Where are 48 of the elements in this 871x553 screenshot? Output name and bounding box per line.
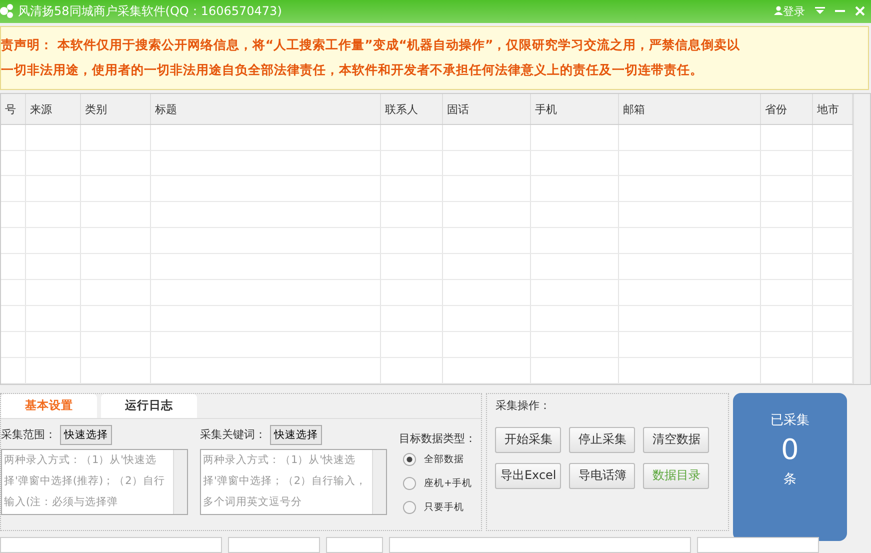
column-header[interactable]: 号 bbox=[1, 94, 26, 124]
radio-label: 只要手机 bbox=[424, 501, 464, 514]
radio-button[interactable] bbox=[403, 501, 416, 514]
column-header[interactable]: 手机 bbox=[531, 94, 619, 124]
action-button[interactable]: 导出Excel bbox=[495, 462, 562, 489]
quick-select-button[interactable]: 快速选择 bbox=[270, 424, 322, 445]
counter-value: 0 bbox=[780, 432, 799, 466]
scrollbar[interactable] bbox=[173, 450, 187, 514]
column-header[interactable]: 邮箱 bbox=[619, 94, 761, 124]
scrollbar[interactable] bbox=[372, 450, 386, 514]
section-label: 采集操作： bbox=[495, 398, 552, 413]
column-header[interactable]: 类别 bbox=[81, 94, 151, 124]
disclaimer-text: 责声明： 本软件仅用于搜索公开网络信息，将“人工搜索工作量”变成“机器自动操作”，仅限研究学习交流之用，严禁信息倒卖以 bbox=[1, 36, 742, 54]
field-label: 采集范围： bbox=[1, 427, 56, 442]
status-field[interactable] bbox=[389, 536, 691, 553]
status-field[interactable] bbox=[228, 536, 320, 553]
column-header[interactable]: 省份 bbox=[761, 94, 813, 124]
disclaimer-text: 一切非法用途，使用者的一切非法用途自负全部法律责任，本软件和开发者不承担任何法律意义上的责任及一切连带责任。 bbox=[1, 62, 704, 79]
scrollbar[interactable] bbox=[853, 94, 870, 384]
text-area-content: 两种录入方式：（1）从'快速选择'弹窗中选择(推荐)；（2）自行输入(注：必须与选择弹 bbox=[3, 452, 166, 510]
window-title: 风清扬58同城商户采集软件(QQ：1606570473) bbox=[18, 2, 283, 20]
radio-button[interactable] bbox=[403, 453, 416, 466]
user-icon bbox=[774, 6, 783, 15]
status-field[interactable] bbox=[697, 536, 819, 553]
minimize-icon[interactable] bbox=[835, 10, 845, 12]
status-field[interactable] bbox=[326, 536, 383, 553]
status-field[interactable] bbox=[0, 536, 222, 553]
action-button[interactable]: 导电话簿 bbox=[569, 462, 636, 489]
logo-icon bbox=[0, 2, 14, 20]
column-header[interactable]: 联系人 bbox=[381, 94, 443, 124]
close-icon[interactable] bbox=[855, 6, 865, 16]
column-header[interactable]: 来源 bbox=[26, 94, 81, 124]
field-label: 采集关键词： bbox=[200, 427, 266, 442]
dropdown-icon[interactable] bbox=[815, 7, 825, 16]
text-area-content: 两种录入方式：（1）从'快速选择'弹窗中选择；（2）自行输入，多个词用英文逗号分 bbox=[202, 452, 368, 510]
action-button[interactable]: 清空数据 bbox=[643, 426, 710, 453]
column-header[interactable]: 标题 bbox=[151, 94, 381, 124]
radio-button[interactable] bbox=[403, 477, 416, 490]
action-button[interactable]: 停止采集 bbox=[569, 426, 636, 453]
radio-label: 座机+手机 bbox=[424, 477, 472, 490]
column-header[interactable]: 固话 bbox=[443, 94, 531, 124]
field-label: 目标数据类型： bbox=[399, 430, 476, 446]
radio-label: 全部数据 bbox=[424, 453, 464, 466]
action-button[interactable]: 开始采集 bbox=[495, 426, 562, 453]
counter-unit: 条 bbox=[783, 470, 796, 488]
quick-select-button[interactable]: 快速选择 bbox=[60, 424, 112, 445]
tab[interactable]: 运行日志 bbox=[101, 394, 197, 418]
counter-label: 已采集 bbox=[770, 412, 810, 429]
